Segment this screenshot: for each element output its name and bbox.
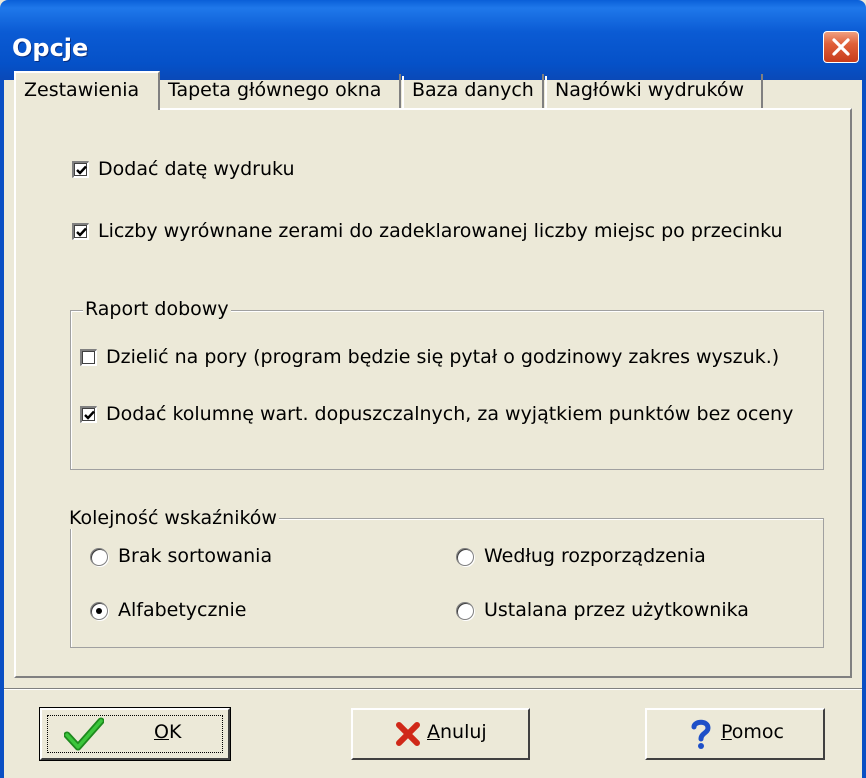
- tab-label: Tapeta głównego okna: [168, 79, 382, 101]
- radio-label: Według rozporządzenia: [484, 545, 706, 567]
- checkbox-box[interactable]: [80, 349, 97, 366]
- radio-circle[interactable]: [456, 548, 474, 566]
- tab-baza-danych[interactable]: Baza danych: [404, 74, 544, 108]
- radio-circle[interactable]: [90, 602, 108, 620]
- radio-circle[interactable]: [90, 548, 108, 566]
- checkbox-label: Dodać kolumnę wart. dopuszczalnych, za w…: [106, 403, 794, 425]
- radio-selected-dot: [96, 608, 102, 614]
- ok-label: OK: [154, 721, 182, 743]
- checkbox-label: Liczby wyrównane zerami do zadeklarowane…: [98, 220, 783, 242]
- tab-label: Baza danych: [412, 79, 534, 101]
- checkbox-box[interactable]: [80, 406, 97, 423]
- help-button[interactable]: Pomoc: [645, 708, 825, 760]
- tab-label: Nagłówki wydruków: [555, 79, 744, 101]
- tab-tapeta[interactable]: Tapeta głównego okna: [160, 74, 401, 108]
- red-x-icon: [396, 722, 420, 746]
- tab-zestawienia[interactable]: Zestawienia: [14, 71, 160, 110]
- tab-label: Zestawienia: [24, 79, 140, 101]
- question-mark-icon: [691, 719, 711, 749]
- radio-label: Brak sortowania: [118, 545, 273, 567]
- radio-circle[interactable]: [456, 602, 474, 620]
- checkbox-label: Dodać datę wydruku: [98, 158, 295, 180]
- title-bar[interactable]: Opcje: [0, 0, 866, 80]
- checkmark-icon: [84, 410, 95, 420]
- daily-report-title: Raport dobowy: [83, 298, 231, 320]
- checkmark-icon: [76, 165, 87, 175]
- cancel-label: Anuluj: [427, 721, 487, 743]
- close-icon: [832, 38, 850, 56]
- cancel-button[interactable]: Anuluj: [351, 708, 530, 760]
- window-frame-right: [862, 80, 866, 778]
- window-frame-left: [0, 80, 4, 778]
- checkmark-icon: [64, 717, 104, 751]
- radio-label: Alfabetycznie: [118, 599, 247, 621]
- checkmark-icon: [76, 227, 87, 237]
- checkbox-box[interactable]: [72, 223, 89, 240]
- checkbox-box[interactable]: [72, 161, 89, 178]
- window-title: Opcje: [12, 34, 89, 62]
- checkbox-label: Dzielić na pory (program będzie się pyta…: [106, 346, 780, 368]
- indicator-order-group: [70, 518, 824, 648]
- help-label: Pomoc: [721, 721, 784, 743]
- options-dialog: Opcje Zestawienia Tapeta głównego okna B…: [0, 0, 866, 778]
- daily-report-group: [70, 310, 824, 470]
- radio-label: Ustalana przez użytkownika: [484, 599, 749, 621]
- close-button[interactable]: [823, 31, 859, 63]
- tab-naglowki[interactable]: Nagłówki wydruków: [547, 74, 763, 108]
- button-separator: [4, 688, 862, 690]
- indicator-order-title: Kolejność wskaźników: [67, 507, 279, 529]
- ok-button[interactable]: OK: [39, 707, 231, 761]
